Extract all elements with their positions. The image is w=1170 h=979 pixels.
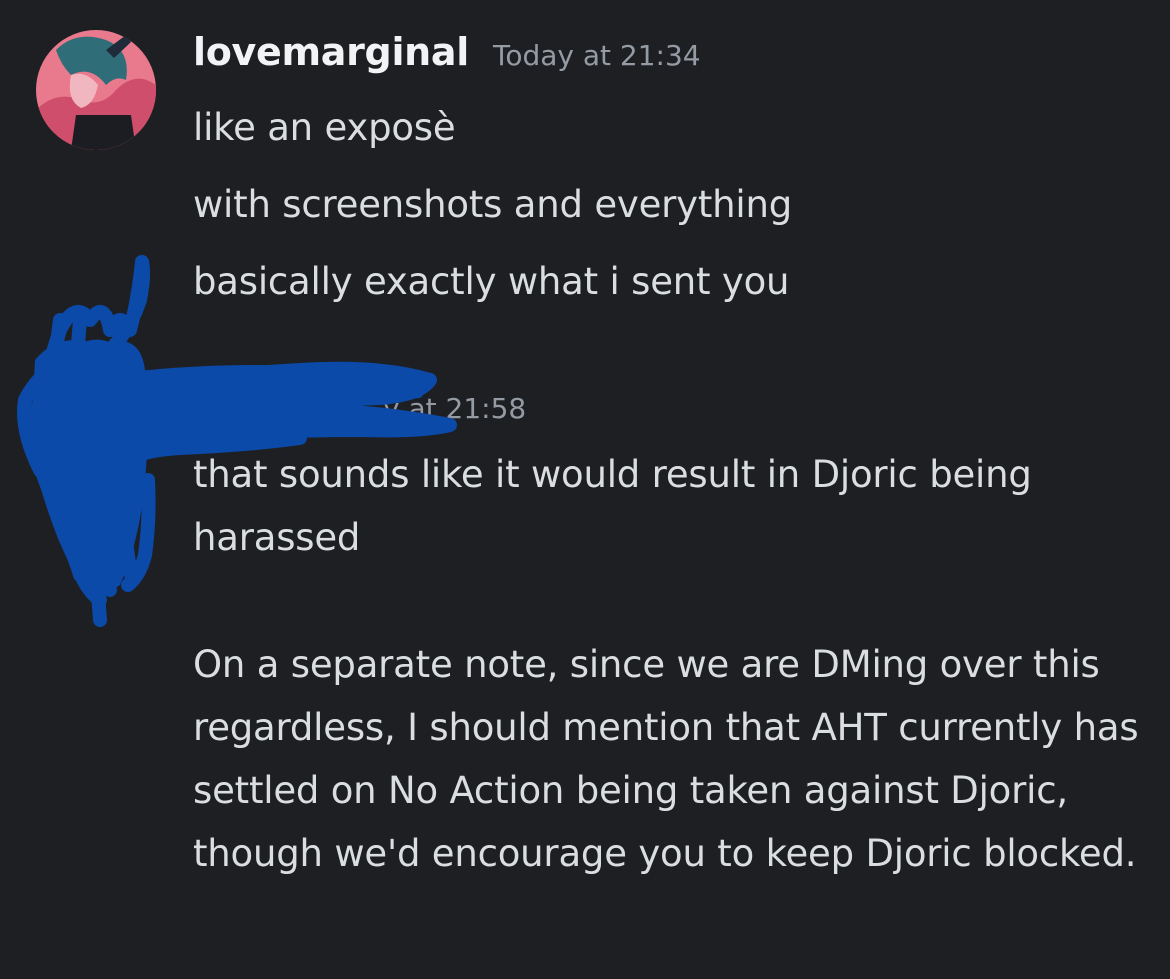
message-line: like an exposè	[193, 106, 456, 149]
message-paragraph: that sounds like it would result in Djor…	[193, 453, 1032, 559]
user-avatar[interactable]	[36, 30, 156, 150]
username[interactable]: lovemarginal	[193, 30, 469, 74]
message-paragraph: On a separate note, since we are DMing o…	[193, 643, 1139, 875]
message-timestamp[interactable]: Today at 21:34	[493, 39, 701, 72]
message-line: basically exactly what i sent you	[193, 260, 790, 303]
message-header: lovemarginal Today at 21:34	[193, 30, 701, 90]
message-timestamp[interactable]: y at 21:58	[383, 392, 526, 425]
message-line: with screenshots and everything	[193, 183, 793, 226]
